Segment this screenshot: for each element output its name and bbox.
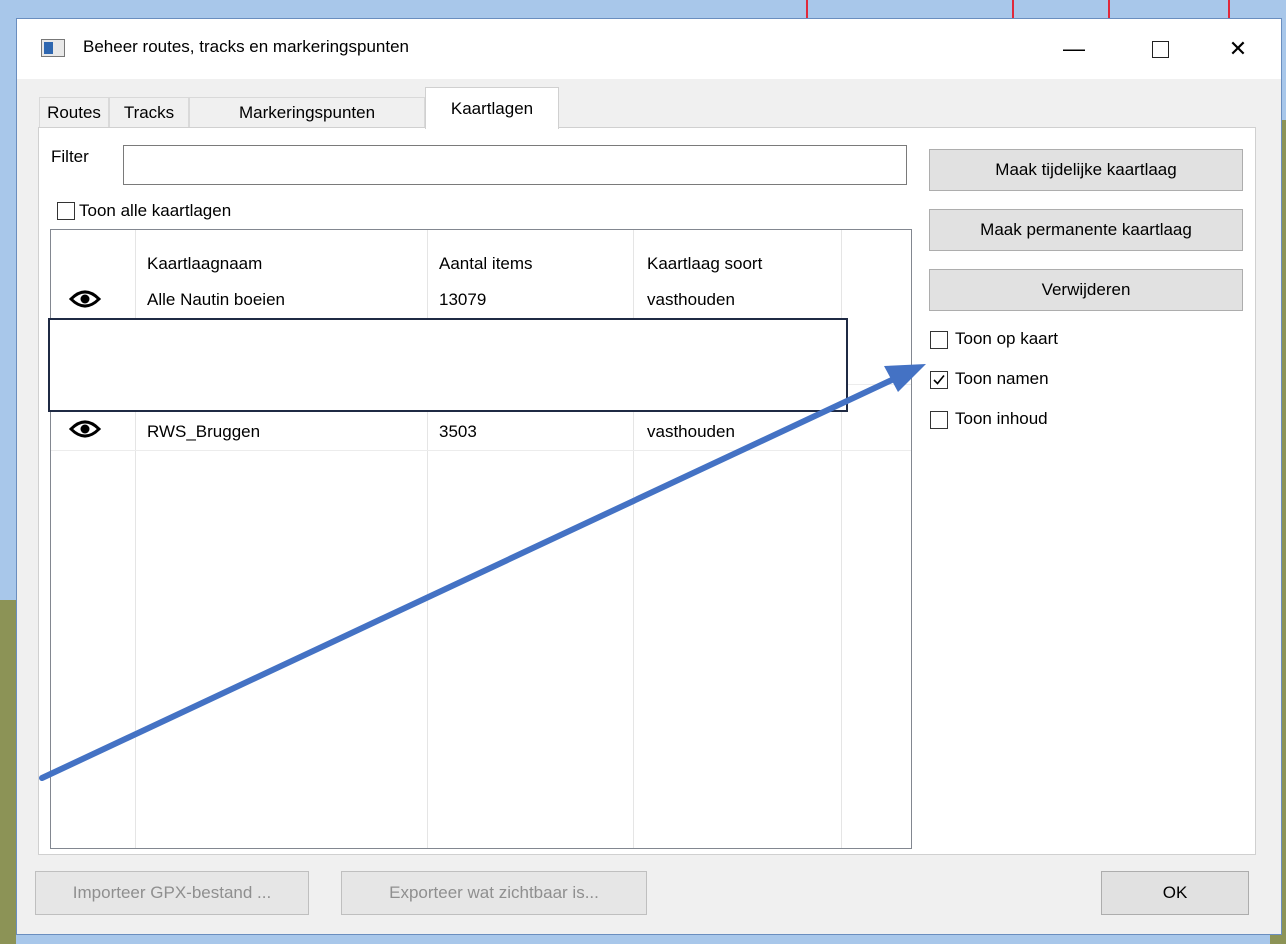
annotation-arrow [39,364,926,781]
tab-kaartlagen[interactable]: Kaartlagen [425,87,559,129]
